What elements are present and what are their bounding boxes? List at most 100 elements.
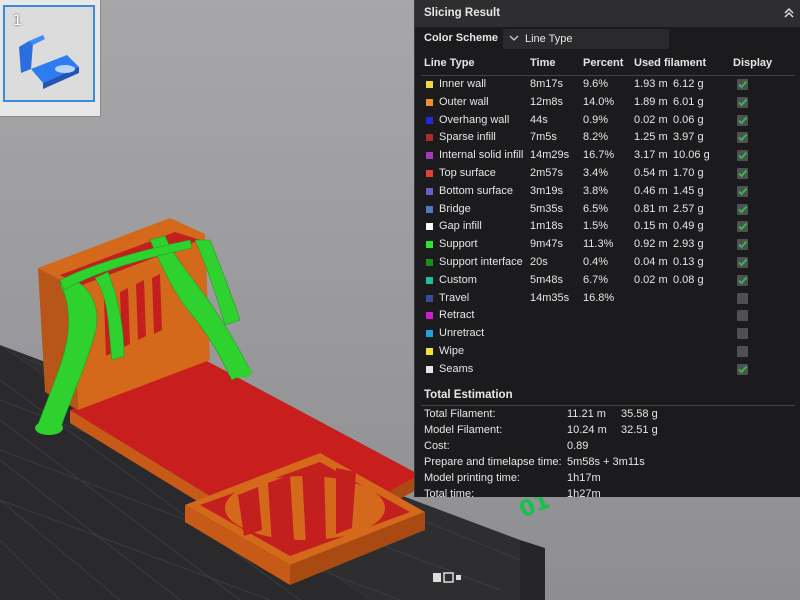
plate-settings-icon [456, 575, 461, 580]
line-type-length: 0.81 m [634, 202, 668, 215]
line-type-length: 0.54 m [634, 166, 668, 179]
display-checkbox[interactable] [737, 185, 748, 197]
total-value: 1h17m [567, 471, 601, 484]
line-type-name: Overhang wall [439, 113, 510, 126]
line-type-name: Bottom surface [439, 184, 513, 197]
line-type-name: Top surface [439, 166, 496, 179]
display-checkbox[interactable] [737, 167, 748, 179]
line-type-time: 1m18s [530, 220, 564, 233]
col-time: Time [530, 57, 556, 69]
check-icon [738, 205, 748, 213]
display-checkbox[interactable] [737, 132, 748, 144]
legend-swatch [426, 241, 433, 249]
check-icon [738, 169, 748, 178]
check-icon [738, 134, 748, 142]
table-row: Seams [415, 361, 800, 379]
display-checkbox[interactable] [737, 363, 748, 375]
total-label: Model Filament: [424, 423, 503, 436]
legend-swatch [426, 347, 433, 355]
line-type-weight: 0.49 g [673, 220, 704, 233]
check-icon [738, 365, 748, 374]
total-row: Model Filament: 10.24 m 32.51 g [415, 422, 800, 438]
color-scheme-value: Line Type [525, 33, 573, 45]
legend-swatch [426, 294, 433, 302]
line-type-time: 14m35s [530, 291, 570, 304]
display-checkbox[interactable] [737, 96, 748, 108]
plate-tools[interactable] [432, 571, 462, 590]
line-type-percent: 16.7% [583, 149, 615, 162]
legend-swatch [426, 98, 433, 106]
line-type-percent: 16.8% [583, 291, 615, 304]
total-label: Model printing time: [424, 471, 520, 484]
total-value: 5m58s + 3m11s [567, 455, 645, 468]
total-row: Model printing time: 1h17m [415, 470, 800, 486]
line-type-name: Unretract [439, 327, 485, 340]
line-type-weight: 6.12 g [673, 78, 704, 90]
total-label: Total time: [424, 487, 475, 500]
legend-swatch [426, 81, 433, 88]
legend-swatch [426, 365, 433, 373]
line-type-percent: 1.5% [583, 220, 609, 233]
line-type-name: Custom [439, 273, 477, 286]
display-checkbox[interactable] [737, 150, 748, 162]
line-type-length: 0.15 m [634, 220, 668, 233]
line-type-weight: 0.06 g [673, 113, 704, 126]
check-icon [738, 241, 748, 249]
total-value: 10.24 m [567, 423, 607, 436]
display-checkbox[interactable] [737, 345, 748, 357]
slicing-result-panel: Slicing Result Color Scheme Line Type Li… [414, 0, 800, 500]
line-type-weight: 1.45 g [673, 184, 704, 197]
total-value: 11.21 m [567, 407, 606, 420]
line-type-name: Travel [439, 291, 470, 304]
table-row: Outer wall 12m8s 14.0% 1.89 m 6.01 g [415, 94, 800, 112]
line-type-name: Internal solid infill [439, 149, 524, 162]
display-checkbox[interactable] [737, 114, 748, 126]
total-estimation-list: Total Filament: 11.21 m 35.58 g Model Filam… [415, 406, 800, 502]
line-type-name: Bridge [439, 202, 471, 215]
line-type-time: 44s [530, 113, 548, 126]
line-type-length: 0.04 m [634, 255, 668, 268]
total-label: Cost: [424, 439, 450, 452]
panel-header[interactable]: Slicing Result [415, 0, 800, 27]
plate-thumbnail[interactable]: 1 [3, 5, 95, 102]
collapse-icon[interactable] [783, 7, 795, 19]
total-value-secondary: 32.51 g [621, 423, 658, 436]
line-type-time: 12m8s [530, 95, 564, 108]
display-checkbox[interactable] [737, 328, 748, 340]
col-used-filament: Used filament [634, 57, 707, 69]
line-type-percent: 6.5% [583, 202, 609, 215]
col-display: Display [733, 57, 773, 69]
table-row: Custom 5m48s 6.7% 0.02 m 0.08 g [415, 272, 800, 290]
legend-swatch [426, 205, 433, 213]
display-checkbox[interactable] [737, 310, 748, 322]
display-checkbox[interactable] [737, 239, 748, 251]
color-scheme-dropdown[interactable]: Line Type [503, 29, 669, 49]
line-type-name: Support interface [439, 255, 523, 268]
display-checkbox[interactable] [737, 203, 748, 215]
table-header: Line Type Time Percent Used filament Dis… [415, 55, 800, 73]
display-checkbox[interactable] [737, 274, 748, 286]
line-type-length: 1.93 m [634, 78, 668, 90]
display-checkbox[interactable] [737, 79, 748, 90]
line-type-percent: 3.8% [583, 184, 609, 197]
table-row: Wipe [415, 343, 800, 361]
display-checkbox[interactable] [737, 256, 748, 268]
table-row: Travel 14m35s 16.8% [415, 290, 800, 308]
display-checkbox[interactable] [737, 221, 748, 233]
check-icon [738, 80, 748, 89]
table-row: Overhang wall 44s 0.9% 0.02 m 0.06 g [415, 112, 800, 130]
check-icon [738, 223, 748, 231]
line-type-name: Retract [439, 309, 475, 322]
check-icon [738, 152, 748, 160]
line-type-name: Wipe [439, 344, 465, 357]
line-type-weight: 6.01 g [673, 95, 704, 108]
total-label: Total Filament: [424, 407, 496, 420]
line-type-time: 9m47s [530, 238, 564, 251]
line-type-time: 14m29s [530, 149, 570, 162]
plate-select-icon [443, 572, 454, 583]
legend-swatch [426, 134, 433, 142]
display-checkbox[interactable] [737, 292, 748, 304]
line-type-weight: 2.57 g [673, 202, 704, 215]
legend-swatch [426, 116, 433, 124]
legend-swatch [426, 258, 433, 266]
